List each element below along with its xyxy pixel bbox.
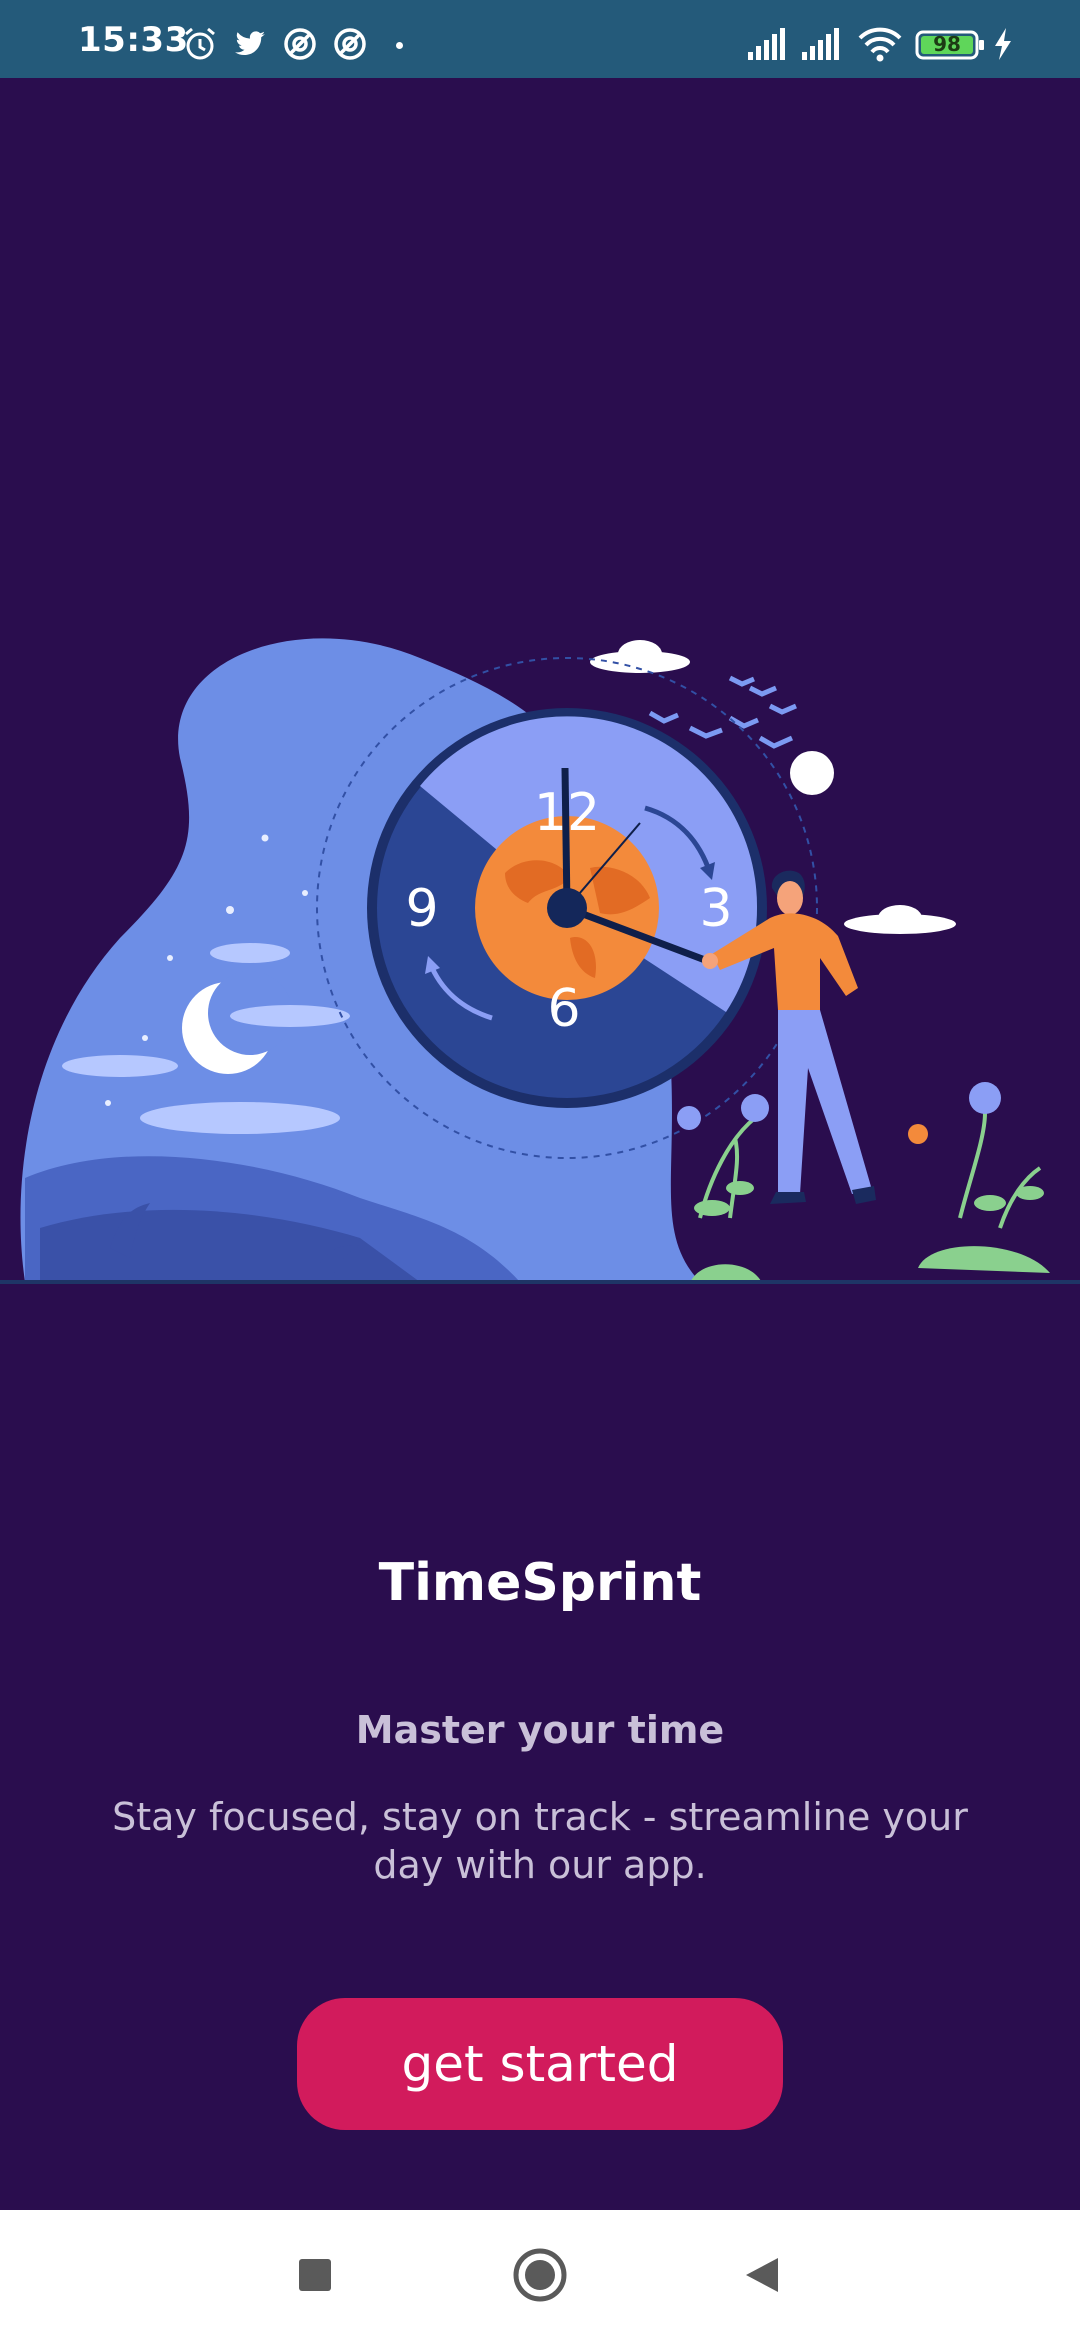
tagline: Master your time [355,1708,725,1752]
signal-icon [746,26,788,62]
app-notification-icon [332,26,368,62]
recents-square-icon[interactable] [283,2243,347,2307]
charging-icon [992,26,1014,62]
signal-icon [800,26,842,62]
clock-illustration: 12 3 6 9 [0,638,1080,1284]
battery-icon: 98 [915,30,987,60]
welcome-screen: 12 3 6 9 TimeSprint Master your time Sta… [0,78,1080,2210]
status-time: 15:33 [78,20,189,60]
app-title: TimeSprint [378,1553,702,1613]
clock-number-3: 3 [699,879,732,939]
get-started-button[interactable]: get started [297,1998,783,2130]
clock-number-6: 6 [547,979,580,1039]
clock-number-9: 9 [405,879,438,939]
dot-icon [396,42,403,49]
description-text: Stay focused, stay on track - streamline… [112,1795,968,1887]
clock-number-12: 12 [534,783,600,843]
alarm-icon [182,26,218,62]
navigation-bar [0,2210,1080,2340]
app-notification-icon [282,26,318,62]
back-triangle-icon[interactable] [730,2243,794,2307]
wifi-icon [858,26,902,62]
battery-level: 98 [933,32,961,56]
twitter-icon [232,26,268,62]
status-bar: 15:33 98 [0,0,1080,78]
home-circle-icon[interactable] [508,2243,572,2307]
